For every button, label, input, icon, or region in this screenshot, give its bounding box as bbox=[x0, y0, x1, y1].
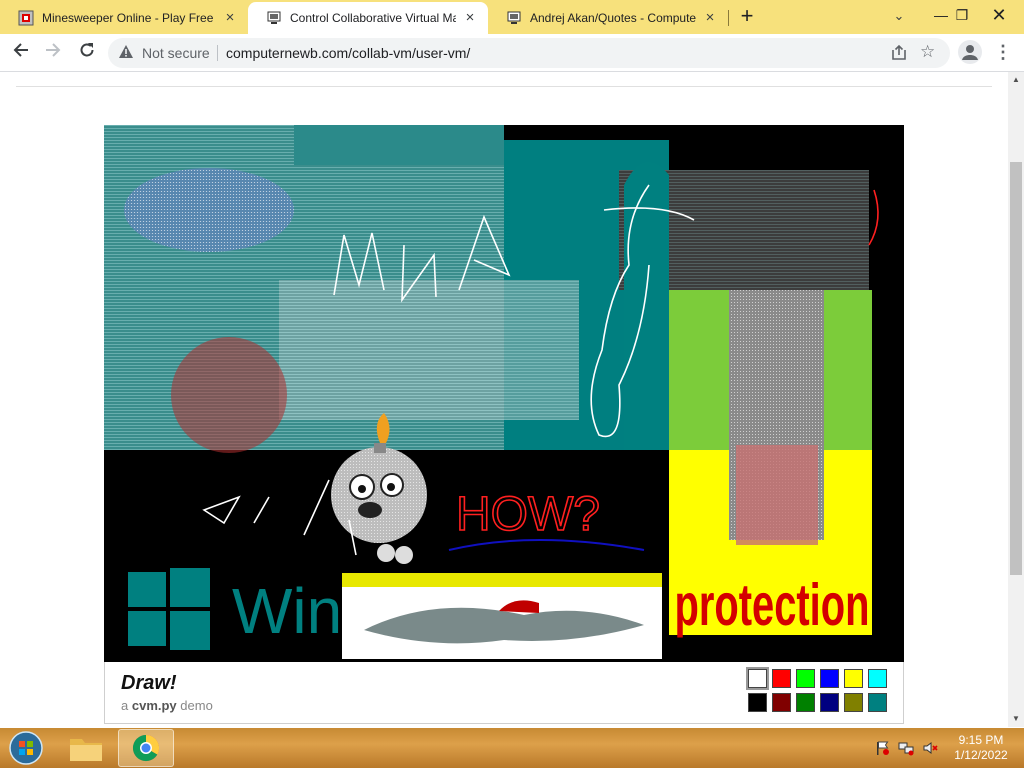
color-swatch-green[interactable] bbox=[796, 693, 815, 712]
tab-quotes[interactable]: Andrej Akan/Quotes - Computern × bbox=[488, 2, 728, 34]
subtitle-bold: cvm.py bbox=[131, 698, 177, 713]
close-tab-icon[interactable]: × bbox=[222, 10, 238, 26]
color-swatch-blue[interactable] bbox=[820, 669, 839, 688]
red-emblem bbox=[171, 337, 287, 453]
system-clock[interactable]: 9:15 PM 1/12/2022 bbox=[946, 733, 1016, 763]
forward-arrow-icon bbox=[46, 43, 61, 57]
tab-search-icon[interactable]: ⌄ bbox=[889, 8, 909, 26]
page-content: protection Win HOW? Draw! a cvm.py demo bbox=[0, 72, 1008, 727]
tab-title: Andrej Akan/Quotes - Computern bbox=[530, 11, 696, 25]
tab-strip: Minesweeper Online - Play Free O × Contr… bbox=[0, 0, 1024, 34]
omnibox-divider bbox=[217, 45, 218, 61]
close-window-button[interactable]: ✕ bbox=[979, 2, 1019, 28]
share-icon[interactable] bbox=[890, 44, 908, 62]
color-swatch-black[interactable] bbox=[748, 693, 767, 712]
back-arrow-icon bbox=[13, 43, 28, 57]
network-icon[interactable] bbox=[898, 740, 914, 756]
security-label[interactable]: Not secure bbox=[142, 45, 210, 61]
scroll-up-arrow-icon[interactable]: ▲ bbox=[1008, 72, 1024, 88]
tab-title: Minesweeper Online - Play Free O bbox=[42, 11, 216, 25]
color-swatch-teal[interactable] bbox=[868, 693, 887, 712]
volume-muted-icon[interactable] bbox=[922, 740, 938, 756]
protection-text: protection bbox=[675, 571, 870, 638]
reload-button[interactable] bbox=[74, 40, 100, 66]
windows-taskbar: 9:15 PM 1/12/2022 bbox=[0, 728, 1024, 768]
browser-toolbar: Not secure computernewb.com/collab-vm/us… bbox=[0, 34, 1024, 72]
new-tab-button[interactable]: + bbox=[735, 5, 759, 29]
color-swatch-cyan[interactable] bbox=[868, 669, 887, 688]
person-icon bbox=[962, 45, 978, 60]
divider bbox=[16, 86, 992, 87]
draw-title: Draw! bbox=[121, 672, 177, 694]
chrome-icon bbox=[132, 734, 160, 762]
color-swatch-navy[interactable] bbox=[820, 693, 839, 712]
tab-minesweeper[interactable]: Minesweeper Online - Play Free O × bbox=[0, 2, 248, 34]
computernewb-favicon bbox=[507, 11, 521, 24]
minesweeper-favicon bbox=[18, 10, 34, 26]
color-swatch-maroon[interactable] bbox=[772, 693, 791, 712]
bookmark-star-icon[interactable]: ☆ bbox=[920, 42, 935, 62]
scroll-down-arrow-icon[interactable]: ▼ bbox=[1008, 711, 1024, 727]
taskbar-chrome[interactable] bbox=[118, 729, 174, 767]
scribble-how: HOW? bbox=[456, 488, 600, 541]
start-button[interactable] bbox=[7, 730, 45, 766]
clock-time: 9:15 PM bbox=[958, 733, 1004, 747]
warning-icon bbox=[119, 45, 133, 58]
color-swatch-yellow[interactable] bbox=[844, 669, 863, 688]
action-center-flag-icon[interactable] bbox=[874, 740, 890, 756]
close-tab-icon[interactable]: × bbox=[702, 10, 718, 26]
scrollbar-thumb[interactable] bbox=[1010, 162, 1022, 575]
windows-logo-icon bbox=[128, 568, 210, 650]
subtitle-suffix: demo bbox=[180, 698, 213, 713]
vm-screen-drawing: protection Win HOW? bbox=[104, 125, 879, 659]
back-button[interactable] bbox=[8, 40, 34, 66]
tab-collab-vm[interactable]: Control Collaborative Virtual Mac × bbox=[248, 2, 488, 34]
folder-icon bbox=[70, 739, 102, 761]
vm-screen-canvas[interactable]: protection Win HOW? bbox=[104, 125, 904, 662]
kebab-menu-icon[interactable]: ⋮ bbox=[994, 40, 1012, 66]
restore-button[interactable]: ❐ bbox=[942, 2, 982, 28]
profile-avatar[interactable] bbox=[958, 40, 982, 64]
color-swatch-olive[interactable] bbox=[844, 693, 863, 712]
tab-title: Control Collaborative Virtual Mac bbox=[290, 11, 456, 25]
forward-button[interactable] bbox=[40, 40, 66, 66]
close-tab-icon[interactable]: × bbox=[462, 10, 478, 26]
tab-separator bbox=[728, 10, 729, 26]
color-swatch-red[interactable] bbox=[772, 669, 791, 688]
address-bar[interactable]: Not secure computernewb.com/collab-vm/us… bbox=[108, 38, 950, 68]
draw-panel: Draw! a cvm.py demo bbox=[104, 662, 904, 724]
draw-subtitle: a cvm.py demo bbox=[121, 698, 213, 713]
computernewb-favicon bbox=[267, 11, 281, 24]
page-scrollbar[interactable]: ▲ ▼ bbox=[1008, 72, 1024, 727]
clock-date: 1/12/2022 bbox=[954, 748, 1008, 762]
color-swatch-white[interactable] bbox=[746, 667, 769, 690]
windows-logo-text: Win bbox=[232, 575, 342, 647]
color-palette bbox=[746, 667, 893, 717]
subtitle-prefix: a bbox=[121, 698, 129, 713]
color-swatch-lime[interactable] bbox=[796, 669, 815, 688]
reload-icon bbox=[80, 43, 94, 57]
url-text[interactable]: computernewb.com/collab-vm/user-vm/ bbox=[226, 45, 470, 61]
taskbar-file-explorer[interactable] bbox=[58, 729, 114, 767]
